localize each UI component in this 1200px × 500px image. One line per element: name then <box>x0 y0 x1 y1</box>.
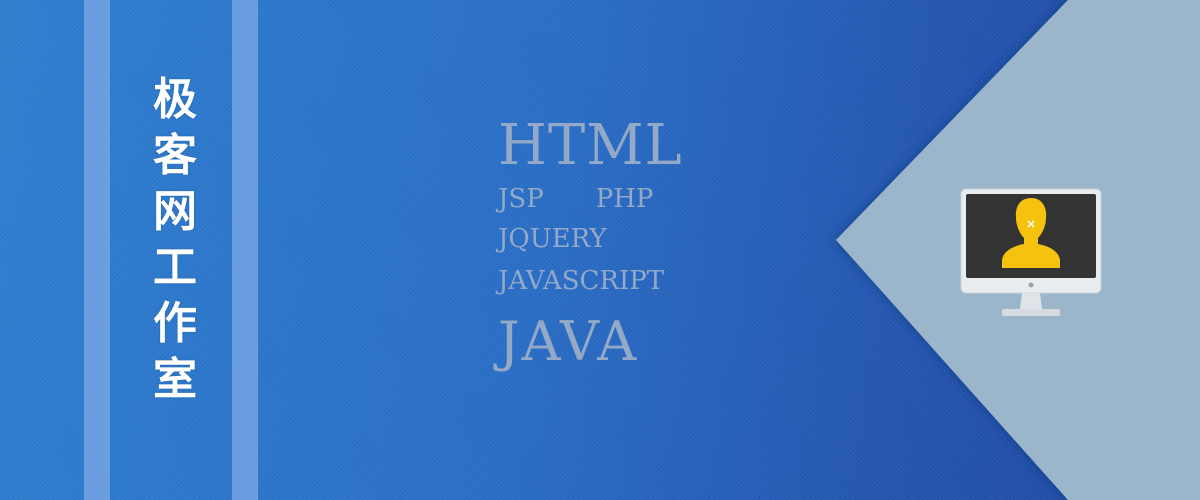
banner: 极 客 网 工 作 室 HTML JSP PHP JQUERY JAVASCRI… <box>0 0 1200 500</box>
monitor-user-icon <box>960 188 1102 316</box>
